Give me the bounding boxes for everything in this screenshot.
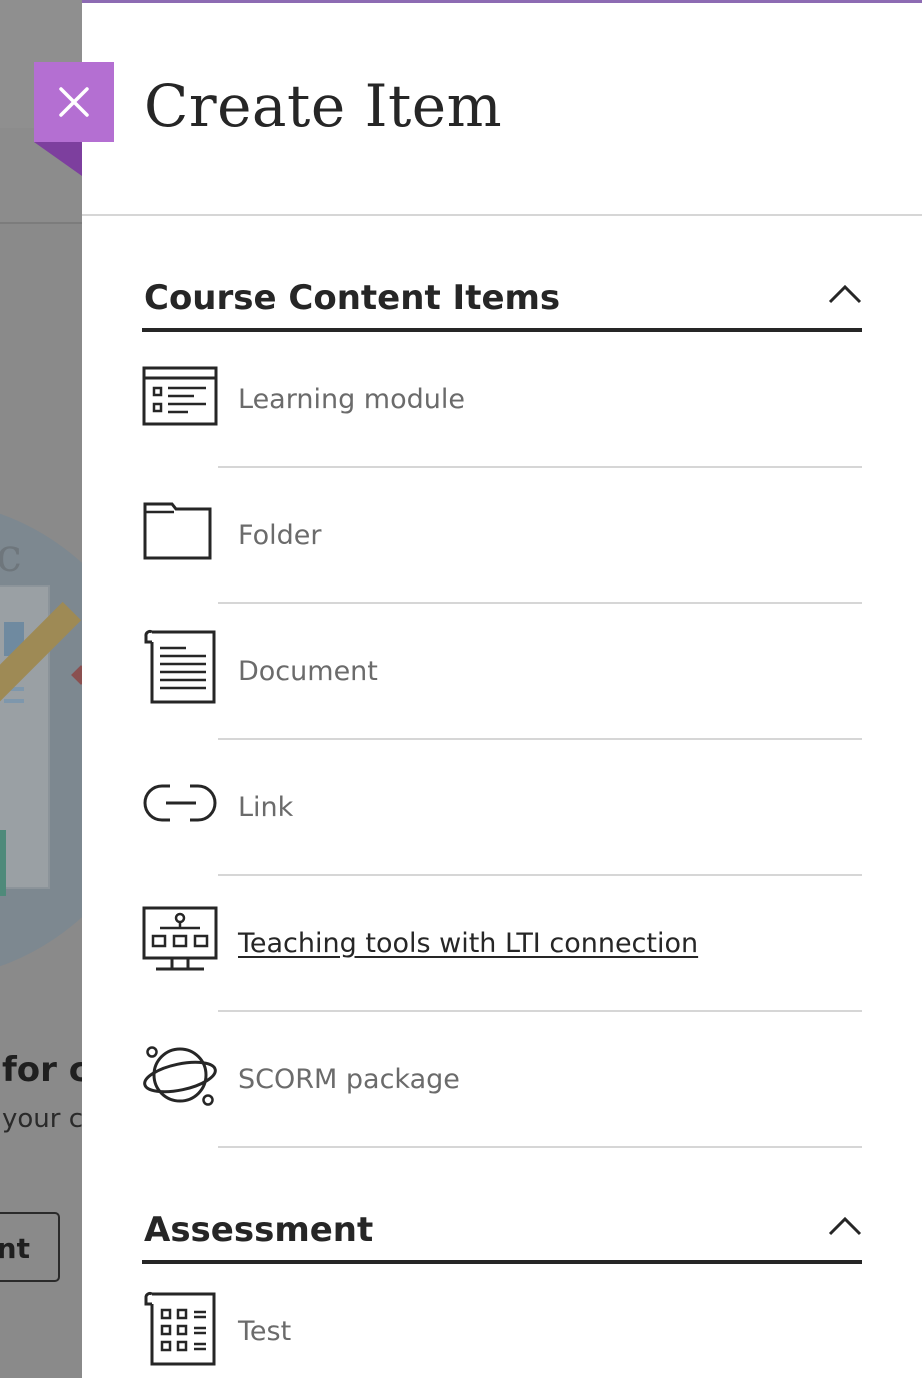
section-title: Course Content Items xyxy=(144,278,561,318)
chevron-up-icon xyxy=(828,284,862,304)
item-label: SCORM package xyxy=(238,1064,460,1095)
item-label: Teaching tools with LTI connection xyxy=(238,928,699,959)
item-document[interactable]: Document xyxy=(142,604,862,740)
item-label: Test xyxy=(238,1316,292,1347)
document-icon xyxy=(142,628,220,708)
item-label: Learning module xyxy=(238,384,465,415)
item-label: Link xyxy=(238,792,294,823)
scorm-package-icon xyxy=(142,1042,220,1122)
background-button: ent xyxy=(0,1212,60,1282)
item-teaching-tools-lti[interactable]: Teaching tools with LTI connection xyxy=(142,876,862,1012)
item-scorm-package[interactable]: SCORM package xyxy=(142,1012,862,1148)
item-learning-module[interactable]: Learning module xyxy=(142,332,862,468)
close-button-fold xyxy=(34,142,82,176)
link-icon xyxy=(142,782,220,862)
section-title: Assessment xyxy=(144,1210,374,1250)
background-page-overlay: c for c your c ent xyxy=(0,0,82,1378)
header-divider xyxy=(82,214,922,216)
section-header-course-content-items[interactable]: Course Content Items xyxy=(142,258,862,332)
item-test[interactable]: Test xyxy=(142,1264,862,1400)
item-label: Folder xyxy=(238,520,322,551)
test-icon xyxy=(142,1290,220,1370)
close-icon xyxy=(59,87,89,117)
learning-module-icon xyxy=(142,366,220,446)
lti-tools-icon xyxy=(142,906,220,986)
close-panel-button[interactable] xyxy=(34,62,114,142)
folder-icon xyxy=(142,500,220,580)
panel-title: Create Item xyxy=(144,72,503,140)
item-link[interactable]: Link xyxy=(142,740,862,876)
item-folder[interactable]: Folder xyxy=(142,468,862,604)
chevron-up-icon xyxy=(828,1216,862,1236)
background-heading: for c xyxy=(2,1050,82,1090)
item-label: Document xyxy=(238,656,378,687)
background-subtext: your c xyxy=(2,1104,82,1134)
background-button-label: ent xyxy=(0,1232,30,1265)
item-divider xyxy=(218,1146,862,1148)
section-header-assessment[interactable]: Assessment xyxy=(142,1190,862,1264)
background-illustration-letter: c xyxy=(0,528,22,582)
background-illustration-fragment xyxy=(0,830,6,896)
